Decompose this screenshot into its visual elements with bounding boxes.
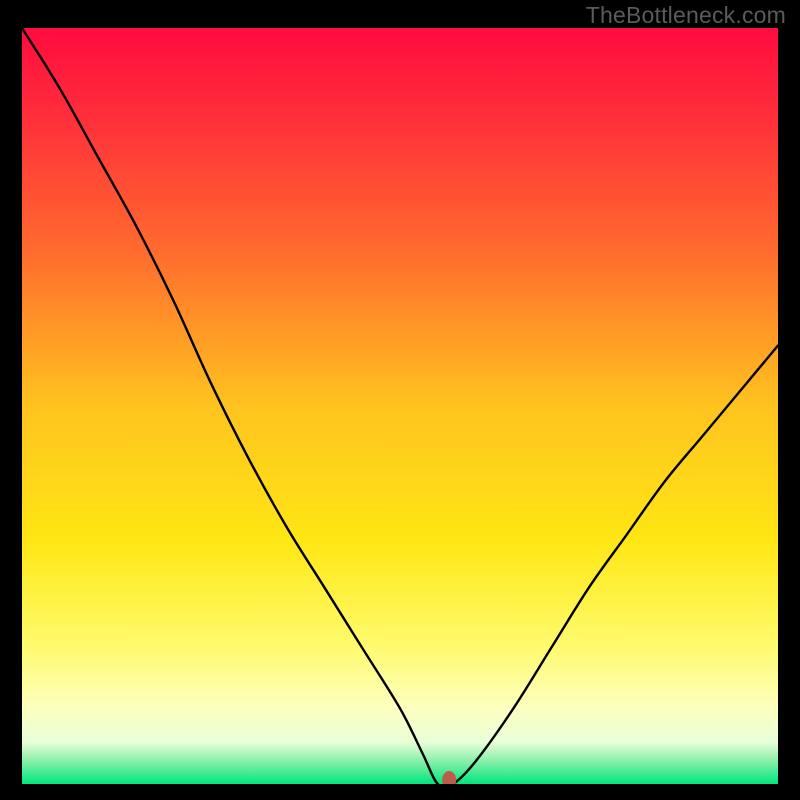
chart-frame: TheBottleneck.com [0, 0, 800, 800]
gradient-background [22, 28, 778, 784]
plot-area [22, 28, 778, 784]
bottleneck-chart [22, 28, 778, 784]
watermark-text: TheBottleneck.com [586, 2, 786, 29]
